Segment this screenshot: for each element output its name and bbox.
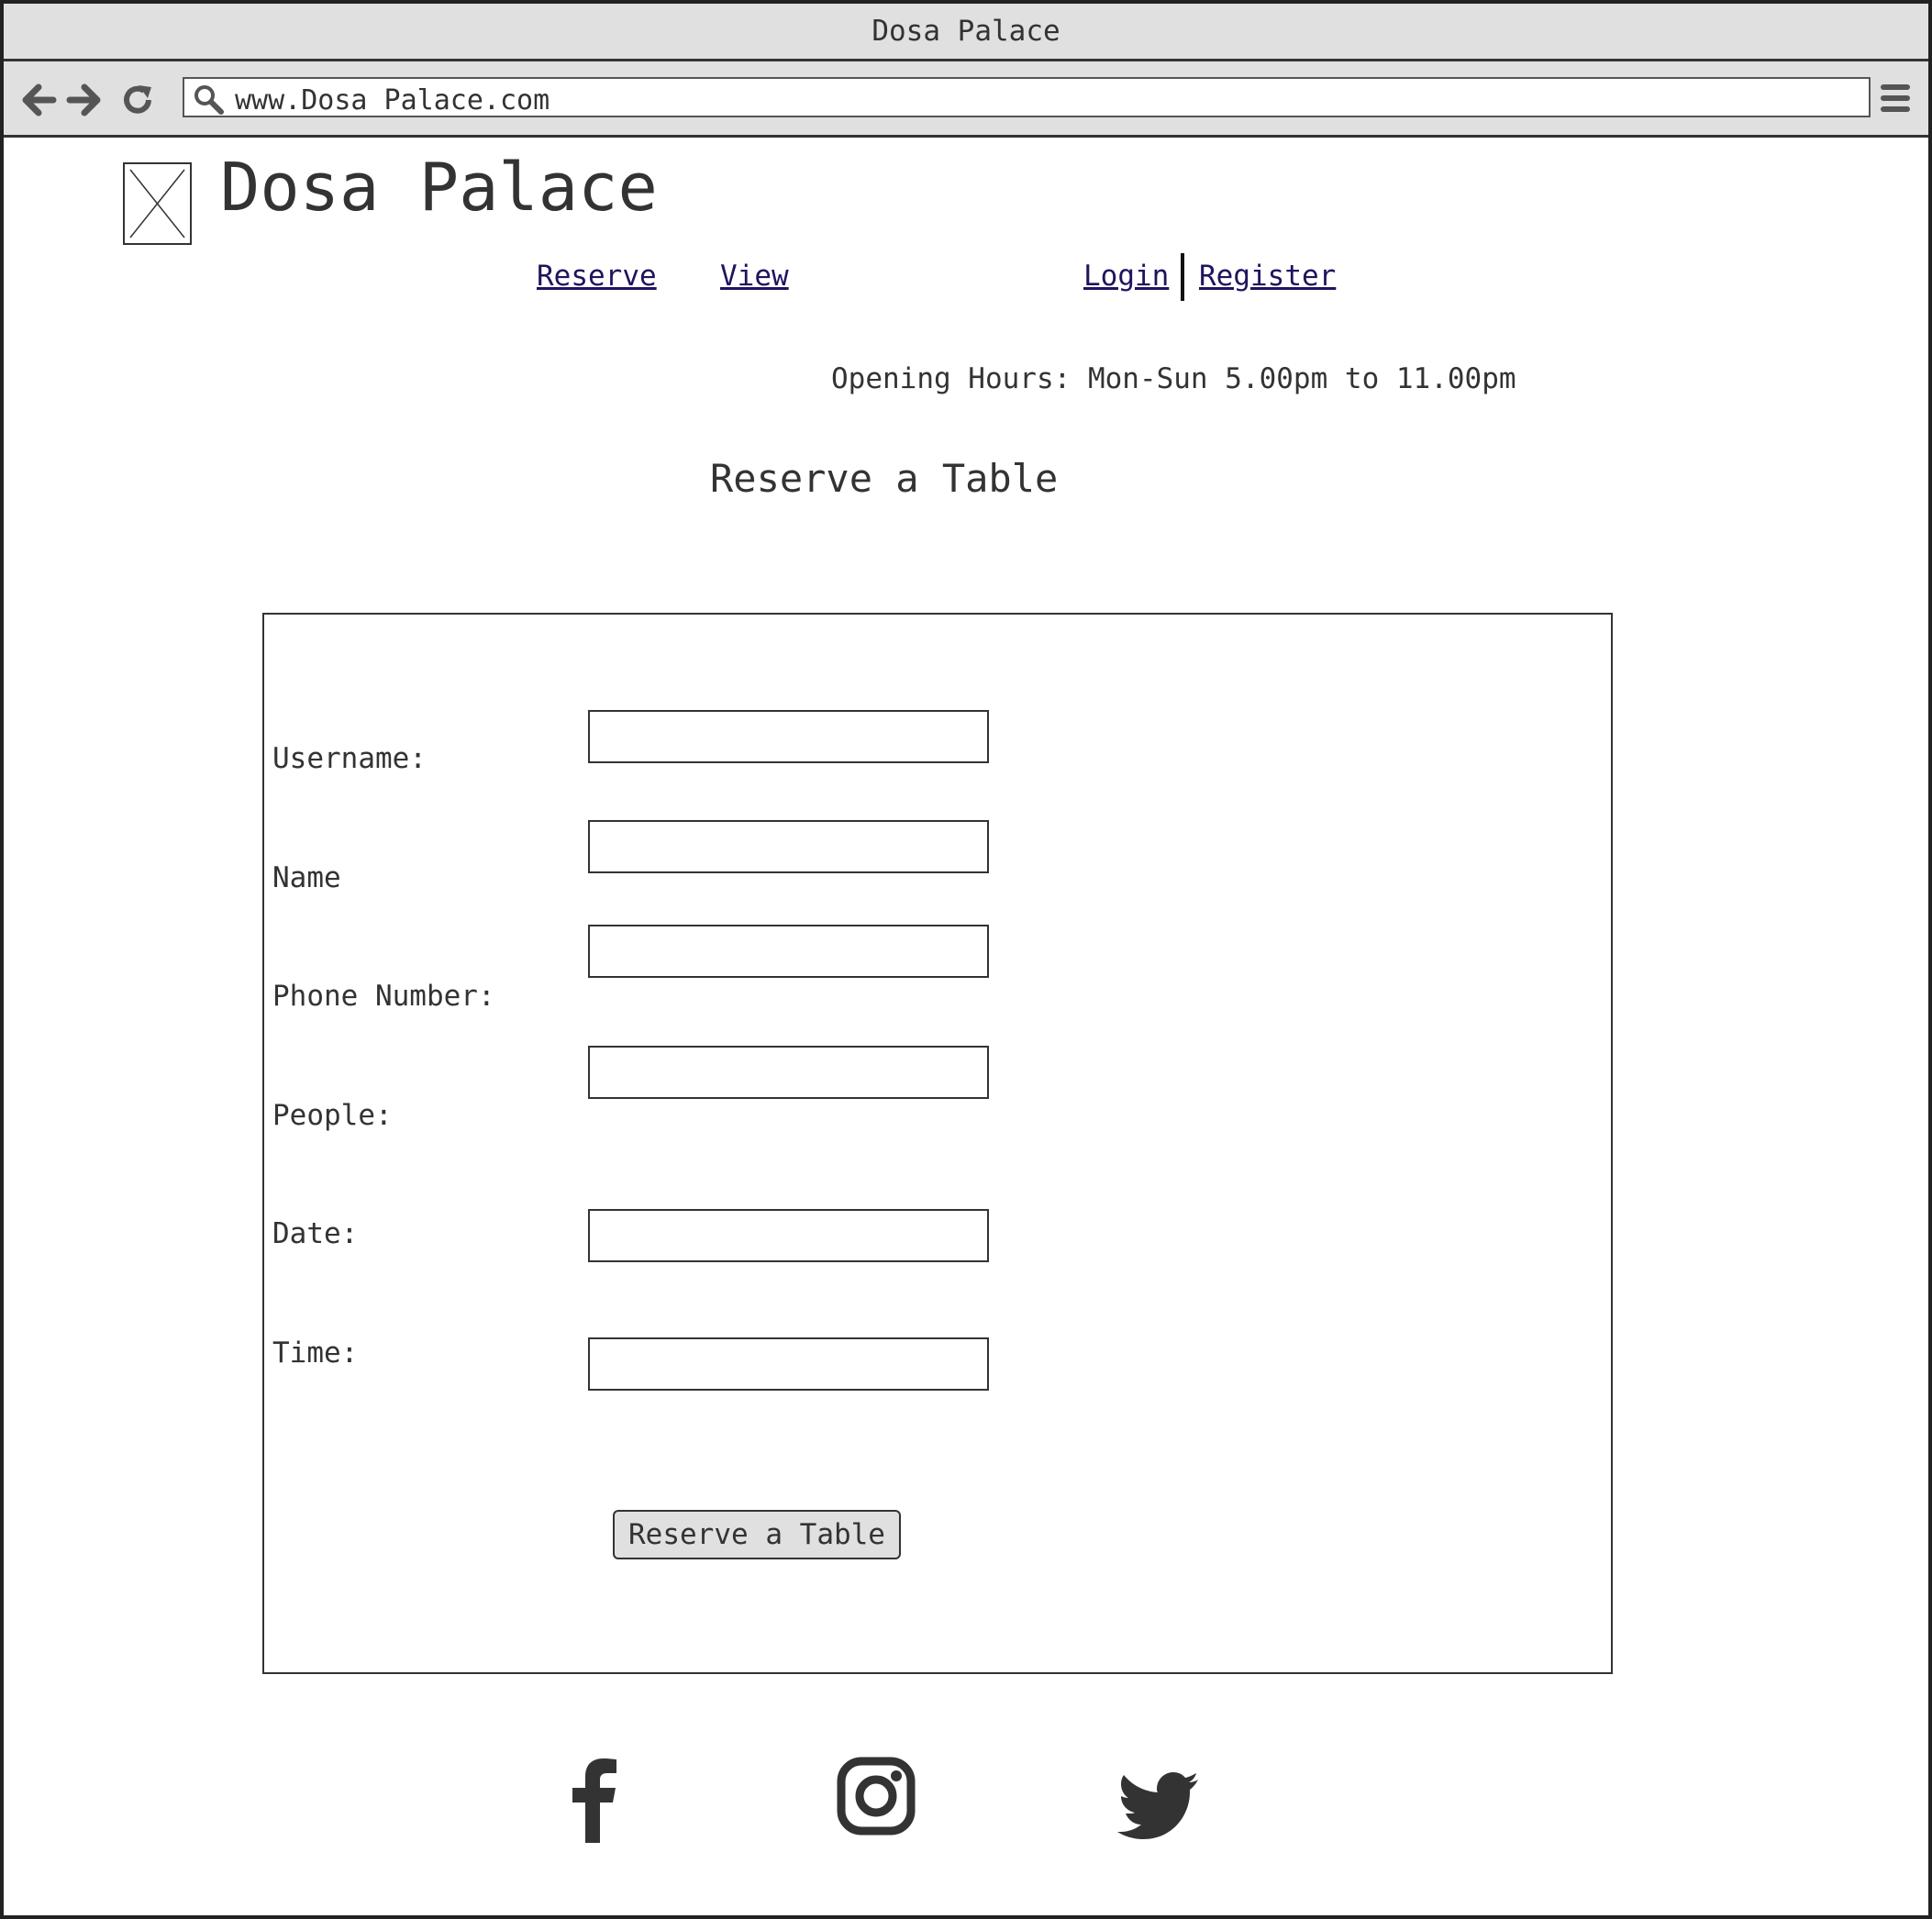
people-label: People: — [272, 1099, 393, 1132]
phone-number-input[interactable] — [588, 925, 989, 978]
username-label: Username: — [272, 742, 427, 775]
window-title-bar: Dosa Palace — [4, 4, 1928, 61]
page-heading: Reserve a Table — [710, 456, 1059, 501]
reload-icon[interactable] — [120, 82, 157, 118]
image-placeholder-icon — [123, 162, 192, 245]
twitter-icon[interactable] — [1117, 1772, 1200, 1842]
name-input[interactable] — [588, 820, 989, 873]
nav-reserve-link[interactable]: Reserve — [537, 258, 657, 294]
name-label: Name — [272, 861, 341, 894]
site-title: Dosa Palace — [220, 149, 658, 226]
username-input[interactable] — [588, 710, 989, 763]
search-icon — [194, 85, 224, 115]
people-input[interactable] — [588, 1046, 989, 1099]
time-input[interactable] — [588, 1337, 989, 1391]
browser-toolbar: www.Dosa Palace.com — [4, 61, 1928, 138]
date-input[interactable] — [588, 1209, 989, 1262]
opening-hours: Opening Hours: Mon-Sun 5.00pm to 11.00pm — [831, 362, 1516, 395]
time-label: Time: — [272, 1337, 359, 1370]
instagram-icon[interactable] — [837, 1757, 916, 1836]
url-text: www.Dosa Palace.com — [235, 84, 550, 116]
nav-view-link[interactable]: View — [720, 258, 789, 294]
reserve-table-button[interactable]: Reserve a Table — [613, 1510, 901, 1559]
login-link[interactable]: Login — [1083, 258, 1169, 294]
hamburger-menu-icon[interactable] — [1879, 82, 1912, 115]
window-title: Dosa Palace — [872, 15, 1060, 48]
browser-window: Dosa Palace www.Dosa Palace.com Dosa Pal… — [0, 0, 1932, 1919]
nav-divider — [1181, 253, 1184, 301]
address-bar[interactable]: www.Dosa Palace.com — [183, 77, 1871, 117]
phone-number-label: Phone Number: — [272, 980, 495, 1013]
register-link[interactable]: Register — [1199, 258, 1336, 294]
arrow-right-icon[interactable] — [66, 82, 103, 118]
date-label: Date: — [272, 1217, 359, 1250]
arrow-left-icon[interactable] — [20, 82, 57, 118]
facebook-icon[interactable] — [565, 1751, 620, 1843]
reservation-form — [262, 613, 1613, 1674]
